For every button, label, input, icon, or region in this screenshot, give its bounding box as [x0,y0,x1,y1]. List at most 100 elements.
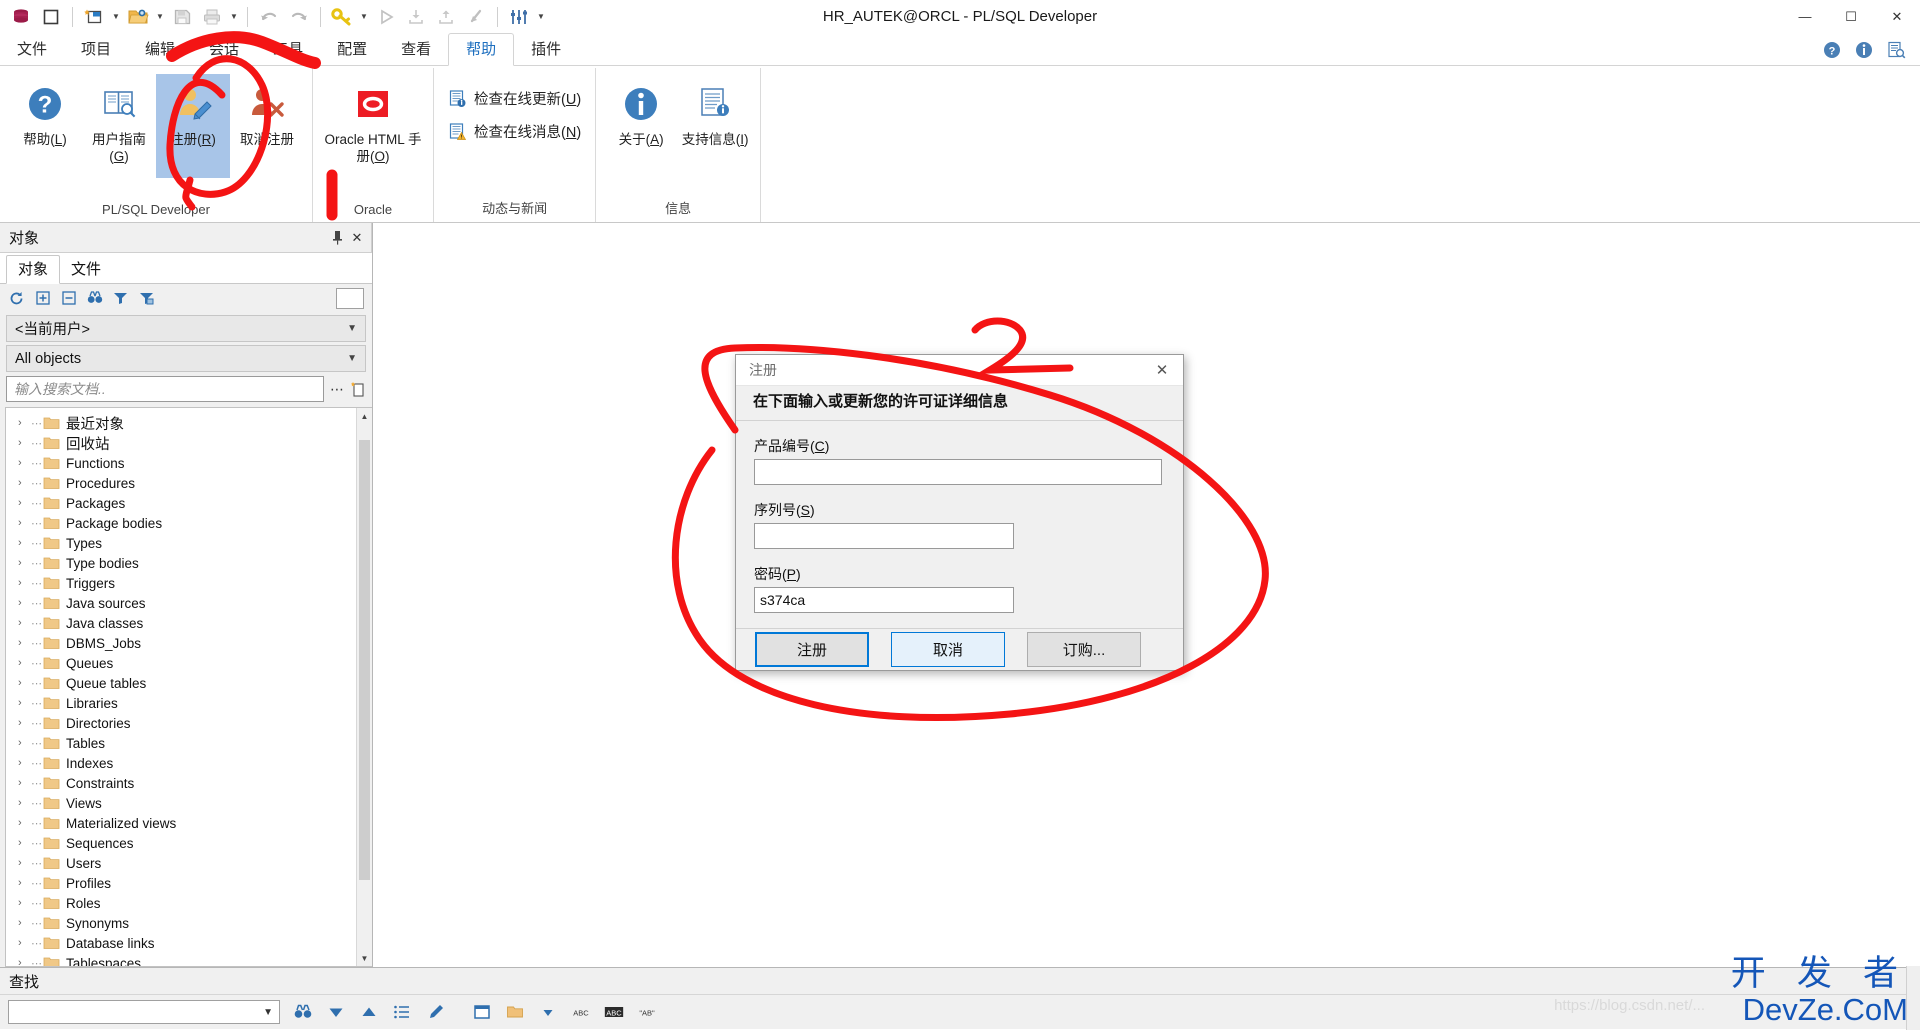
tree-item[interactable]: › ⋯ DBMS_Jobs [6,633,356,653]
chevron-right-icon[interactable]: › [18,457,31,469]
tree-item[interactable]: › ⋯ Views [6,793,356,813]
panel-options-button[interactable] [336,287,364,309]
whole-word-icon[interactable]: "AB" [637,1002,657,1022]
tree-item[interactable]: › ⋯ Java classes [6,613,356,633]
find-prev-icon[interactable] [359,1002,379,1022]
chevron-right-icon[interactable]: › [18,757,31,769]
folder-icon[interactable] [505,1002,525,1022]
scroll-thumb[interactable] [359,440,370,880]
right-scrollbar[interactable] [1906,966,1920,1030]
register-button[interactable]: 注册 [755,632,869,667]
chevron-right-icon[interactable]: › [18,477,31,489]
settings-sliders-icon[interactable] [504,3,534,31]
menu-item-project[interactable]: 项目 [64,34,128,66]
minimize-button[interactable]: — [1782,0,1828,33]
menu-item-help[interactable]: 帮助 [448,33,515,66]
chevron-right-icon[interactable]: › [18,877,31,889]
product-code-input[interactable] [754,459,1162,485]
match-case-icon[interactable]: ABC [604,1002,624,1022]
ribbon-button-about[interactable]: 关于(A) [604,74,678,178]
chevron-right-icon[interactable]: › [18,597,31,609]
toolbar-overflow-icon[interactable]: ▼ [534,3,548,31]
binoculars-icon[interactable] [293,1002,313,1022]
tree-item[interactable]: › ⋯ Queues [6,653,356,673]
tree-item[interactable]: › ⋯ Constraints [6,773,356,793]
menu-item-edit[interactable]: 编辑 [128,34,192,66]
tree-item[interactable]: › ⋯ Queue tables [6,673,356,693]
chevron-down-icon[interactable]: ▼ [263,1007,273,1018]
ellipsis-icon[interactable]: ⋯ [329,381,345,398]
tree-item[interactable]: › ⋯ Materialized views [6,813,356,833]
chevron-right-icon[interactable]: › [18,497,31,509]
tree-item[interactable]: › ⋯ 最近对象 [6,413,356,433]
tree-item[interactable]: › ⋯ Tablespaces [6,953,356,966]
chevron-right-icon[interactable]: › [18,817,31,829]
help-circle-icon[interactable]: ? [1822,40,1842,60]
chevron-right-icon[interactable]: › [18,677,31,689]
find-list-icon[interactable] [392,1002,412,1022]
tree-item[interactable]: › ⋯ Indexes [6,753,356,773]
tab-files[interactable]: 文件 [60,256,112,283]
tree-scrollbar[interactable]: ▲ ▼ [356,408,372,966]
new-window-icon[interactable] [36,3,66,31]
register-dialog[interactable]: 注册 ✕ 在下面输入或更新您的许可证详细信息 产品编号(C) 序列号(S) 密码… [735,354,1184,671]
chevron-right-icon[interactable]: › [18,637,31,649]
chevron-right-icon[interactable]: › [18,557,31,569]
tree-item[interactable]: › ⋯ Synonyms [6,913,356,933]
chevron-right-icon[interactable]: › [18,737,31,749]
ribbon-button-register[interactable]: 注册(R) [156,74,230,178]
tree-item[interactable]: › ⋯ Libraries [6,693,356,713]
new-file-icon[interactable] [79,3,109,31]
tree-item[interactable]: › ⋯ Packages [6,493,356,513]
chevron-right-icon[interactable]: › [18,577,31,589]
folder-dropdown-icon[interactable] [538,1002,558,1022]
ribbon-button-check-updates[interactable]: 检查在线更新(U) [442,86,587,111]
menu-item-configure[interactable]: 配置 [320,34,384,66]
chevron-right-icon[interactable]: › [18,417,31,429]
dialog-close-icon[interactable]: ✕ [1145,355,1179,385]
scroll-down-icon[interactable]: ▼ [357,950,372,966]
ribbon-button-support-info[interactable]: 支持信息(I) [678,74,752,178]
chevron-right-icon[interactable]: › [18,957,31,966]
doc-search-icon[interactable] [1886,40,1906,60]
order-button[interactable]: 订购... [1027,632,1141,667]
window-icon[interactable] [472,1002,492,1022]
chevron-right-icon[interactable]: › [18,797,31,809]
chevron-right-icon[interactable]: › [18,837,31,849]
pin-icon[interactable] [327,227,347,249]
open-file-dropdown-icon[interactable]: ▼ [153,3,167,31]
tree-item[interactable]: › ⋯ Type bodies [6,553,356,573]
tree-item[interactable]: › ⋯ Triggers [6,573,356,593]
menu-item-plugins[interactable]: 插件 [514,34,578,66]
tree-item[interactable]: › ⋯ Directories [6,713,356,733]
search-input[interactable]: 输入搜索文档.. [6,376,324,402]
tree-item[interactable]: › ⋯ Java sources [6,593,356,613]
ribbon-button-check-messages[interactable]: 检查在线消息(N) [442,119,587,144]
chevron-right-icon[interactable]: › [18,697,31,709]
tree-item[interactable]: › ⋯ Roles [6,893,356,913]
serial-number-input[interactable] [754,523,1014,549]
tree-item[interactable]: › ⋯ Profiles [6,873,356,893]
ribbon-button-user-guide[interactable]: 用户指南(G) [82,74,156,178]
tree-item[interactable]: › ⋯ Database links [6,933,356,953]
chevron-right-icon[interactable]: › [18,537,31,549]
chevron-right-icon[interactable]: › [18,657,31,669]
chevron-right-icon[interactable]: › [18,517,31,529]
menu-item-tools[interactable]: 工具 [256,34,320,66]
password-input[interactable]: s374ca [754,587,1014,613]
maximize-button[interactable]: ☐ [1828,0,1874,33]
tree-item[interactable]: › ⋯ Package bodies [6,513,356,533]
tree-item[interactable]: › ⋯ Functions [6,453,356,473]
chevron-right-icon[interactable]: › [18,917,31,929]
chevron-right-icon[interactable]: › [18,617,31,629]
ribbon-button-unregister[interactable]: 取消注册 [230,74,304,178]
new-doc-icon[interactable] [350,381,366,397]
ribbon-button-oracle-html-manual[interactable]: Oracle HTML 手册(O) [321,74,425,178]
key-icon[interactable] [327,3,357,31]
chevron-right-icon[interactable]: › [18,897,31,909]
abc-icon[interactable]: ABC [571,1002,591,1022]
menu-item-file[interactable]: 文件 [0,34,64,66]
info-circle-icon[interactable] [1854,40,1874,60]
filter-edit-icon[interactable] [138,290,155,307]
tree-item[interactable]: › ⋯ Sequences [6,833,356,853]
